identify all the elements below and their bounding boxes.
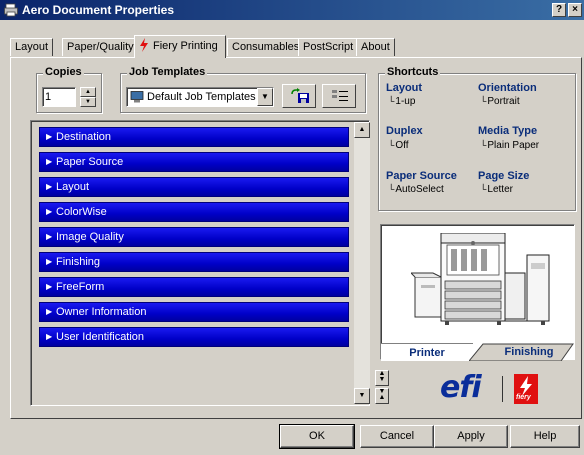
collapse-all-button[interactable]: ▼ ▲ [375, 388, 389, 404]
apply-button[interactable]: Apply [434, 425, 508, 448]
document-properties-window: Aero Document Properties ? × Layout Pape… [0, 0, 584, 455]
shortcut-duplex-value: Off [388, 140, 408, 151]
scroll-down-button[interactable]: ▼ [354, 388, 370, 404]
tab-consumables[interactable]: Consumables [227, 38, 305, 56]
shortcut-media-type-name[interactable]: Media Type [478, 125, 537, 137]
tab-label: About [361, 41, 390, 53]
tab-postscript[interactable]: PostScript [298, 38, 359, 56]
expand-arrow-icon: ▶ [46, 282, 53, 291]
tab-layout[interactable]: Layout [10, 38, 54, 56]
section-label: Paper Source [56, 156, 124, 168]
expand-arrow-icon: ▶ [46, 132, 53, 141]
tab-printer-view[interactable]: Printer [381, 343, 473, 361]
save-template-icon [291, 88, 309, 103]
tab-label: Fiery Printing [153, 40, 218, 52]
section-label: Owner Information [56, 306, 147, 318]
section-label: ColorWise [56, 206, 107, 218]
fiery-logo-text: fiery [516, 394, 531, 401]
section-paper-source[interactable]: ▶ Paper Source [39, 152, 349, 172]
expand-arrow-icon: ▶ [46, 257, 53, 266]
tab-paper-quality[interactable]: Paper/Quality [62, 38, 139, 56]
shortcut-orientation-name[interactable]: Orientation [478, 82, 537, 94]
section-colorwise[interactable]: ▶ ColorWise [39, 202, 349, 222]
section-owner-information[interactable]: ▶ Owner Information [39, 302, 349, 322]
section-label: Layout [56, 181, 90, 193]
section-label: User Identification [56, 331, 145, 343]
fiery-lightning-icon [140, 38, 148, 52]
copies-label: Copies [43, 66, 84, 78]
shortcut-paper-source-value: AutoSelect [388, 184, 443, 195]
cancel-button[interactable]: Cancel [360, 425, 434, 448]
shortcut-media-type-value: Plain Paper [480, 140, 539, 151]
list-settings-icon [332, 90, 348, 101]
tab-label: Layout [15, 41, 49, 53]
expand-all-button[interactable]: ▲ ▼ [375, 370, 389, 386]
tab-fiery-printing[interactable]: Fiery Printing [134, 35, 226, 58]
expand-arrow-icon: ▶ [46, 157, 53, 166]
section-label: Image Quality [56, 231, 124, 243]
list-scrollbar[interactable]: ▲ ▼ [354, 122, 370, 404]
section-user-identification[interactable]: ▶ User Identification [39, 327, 349, 347]
tab-label: PostScript [303, 41, 354, 53]
shortcut-page-size-value: Letter [480, 184, 513, 195]
ok-button[interactable]: OK [279, 424, 355, 449]
brand-logos: efi fiery [440, 370, 550, 410]
copies-input[interactable] [42, 87, 76, 107]
fiery-logo: fiery [514, 374, 538, 404]
close-button[interactable]: × [568, 3, 582, 17]
shortcut-duplex-name[interactable]: Duplex [386, 125, 423, 137]
shortcut-layout-name[interactable]: Layout [386, 82, 422, 94]
manage-templates-button[interactable] [322, 84, 356, 108]
shortcut-paper-source-name[interactable]: Paper Source [386, 170, 457, 182]
job-templates-value: Default Job Templates [147, 91, 256, 103]
printer-preview: Printer Finishing [380, 224, 575, 361]
section-label: Destination [56, 131, 112, 143]
print-options-list: ▶ Destination ▶ Paper Source ▶ Layout ▶ … [30, 120, 370, 406]
job-templates-label: Job Templates [127, 66, 208, 78]
spin-up-button[interactable]: ▲ [80, 87, 96, 97]
printer-icon [4, 3, 18, 17]
expand-arrow-icon: ▶ [46, 232, 53, 241]
help-button[interactable]: ? [552, 3, 566, 17]
spin-down-button[interactable]: ▼ [80, 97, 96, 107]
expand-arrow-icon: ▶ [46, 207, 53, 216]
section-layout[interactable]: ▶ Layout [39, 177, 349, 197]
job-templates-select[interactable]: Default Job Templates ▼ [126, 87, 274, 107]
copies-field[interactable] [43, 88, 75, 106]
tab-finishing-view[interactable]: Finishing [487, 343, 571, 361]
copier-illustration [411, 233, 550, 325]
scroll-up-button[interactable]: ▲ [354, 122, 370, 138]
chevron-down-icon[interactable]: ▼ [257, 88, 273, 106]
shortcuts-label: Shortcuts [385, 66, 441, 78]
monitor-icon [130, 91, 144, 103]
expand-arrow-icon: ▶ [46, 307, 53, 316]
tab-label: Consumables [232, 41, 300, 53]
section-image-quality[interactable]: ▶ Image Quality [39, 227, 349, 247]
tab-about[interactable]: About [356, 38, 395, 56]
window-title: Aero Document Properties [22, 3, 175, 17]
section-label: FreeForm [56, 281, 105, 293]
load-template-button[interactable] [282, 84, 316, 108]
tab-label: Paper/Quality [67, 41, 134, 53]
section-freeform[interactable]: ▶ FreeForm [39, 277, 349, 297]
shortcut-orientation-value: Portrait [480, 96, 519, 107]
title-bar[interactable]: Aero Document Properties ? × [0, 0, 584, 20]
expand-arrow-icon: ▶ [46, 332, 53, 341]
efi-logo: efi [440, 370, 482, 405]
section-label: Finishing [56, 256, 101, 268]
section-destination[interactable]: ▶ Destination [39, 127, 349, 147]
expand-arrow-icon: ▶ [46, 182, 53, 191]
logo-divider [502, 376, 503, 402]
help-dialog-button[interactable]: Help [510, 425, 580, 448]
shortcut-page-size-name[interactable]: Page Size [478, 170, 529, 182]
shortcut-layout-value: 1-up [388, 96, 415, 107]
copies-stepper[interactable]: ▲ ▼ [80, 87, 96, 107]
section-finishing[interactable]: ▶ Finishing [39, 252, 349, 272]
